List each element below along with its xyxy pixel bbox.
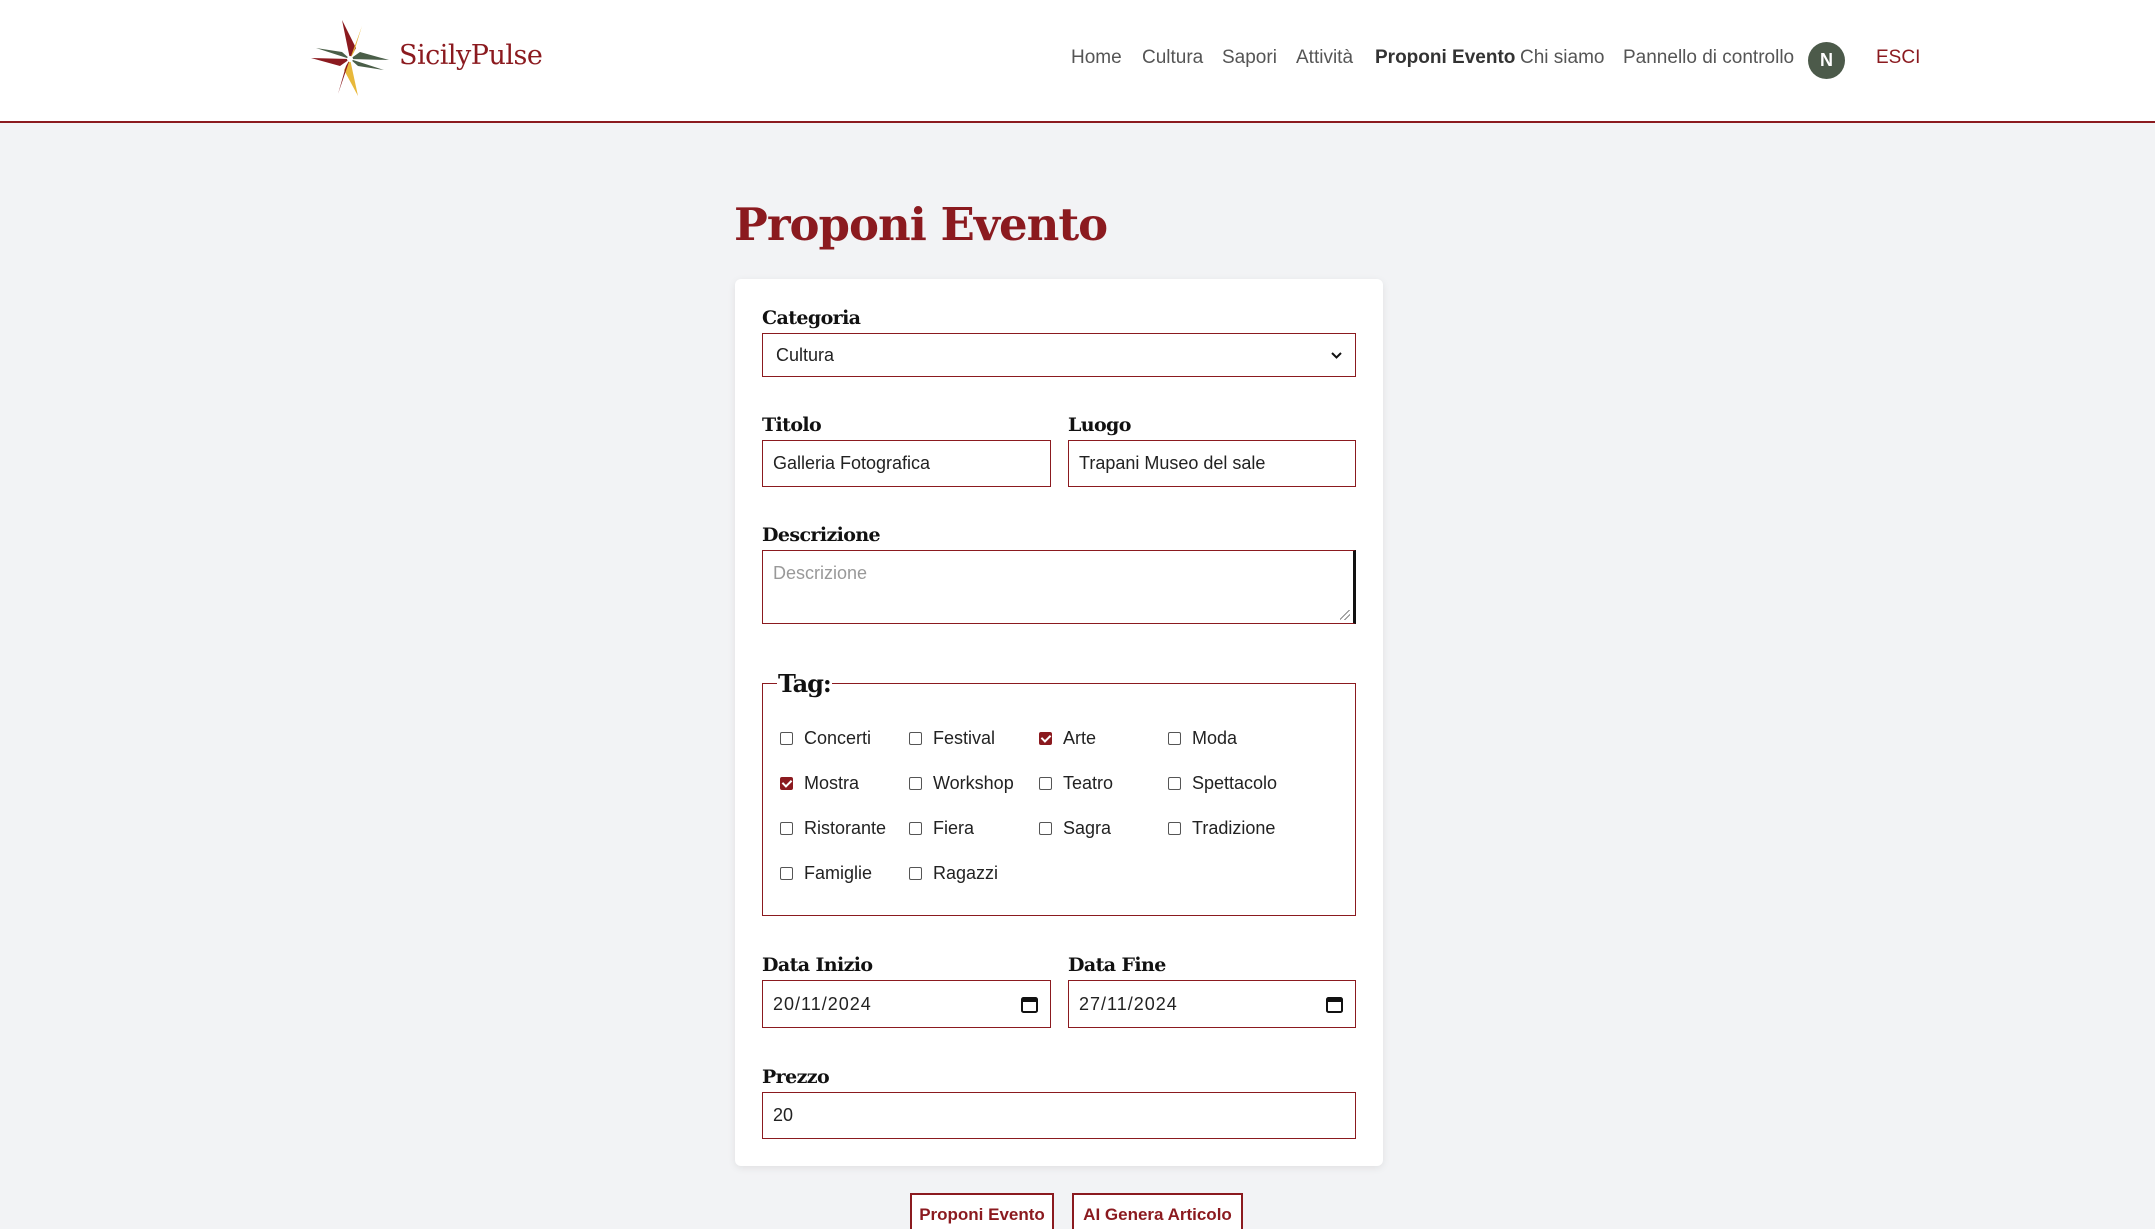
checkbox-checked[interactable] bbox=[780, 777, 793, 790]
tag-label: Teatro bbox=[1063, 773, 1114, 793]
tag-label: Tradizione bbox=[1192, 818, 1276, 838]
checkbox-checked[interactable] bbox=[1039, 732, 1052, 745]
tag-label: Moda bbox=[1192, 728, 1238, 748]
tag-option[interactable]: Concerti bbox=[780, 728, 871, 749]
proponi-evento-button[interactable]: Proponi Evento bbox=[910, 1193, 1054, 1229]
tag-option[interactable]: Teatro bbox=[1039, 773, 1113, 794]
tag-option[interactable]: Moda bbox=[1168, 728, 1237, 749]
tag-label: Ristorante bbox=[804, 818, 887, 838]
checkbox[interactable] bbox=[1168, 732, 1181, 745]
tag-label: Famiglie bbox=[804, 863, 873, 883]
ai-genera-articolo-button[interactable]: AI Genera Articolo bbox=[1072, 1193, 1243, 1229]
tag-option[interactable]: Spettacolo bbox=[1168, 773, 1277, 794]
nav-pannello-di-controllo[interactable]: Pannello di controllo bbox=[1623, 47, 1794, 69]
tag-option[interactable]: Famiglie bbox=[780, 863, 872, 884]
descrizione-label: Descrizione bbox=[762, 524, 881, 546]
categoria-label: Categoria bbox=[762, 307, 861, 329]
data-fine-input[interactable]: 27/11/2024 bbox=[1068, 980, 1356, 1028]
checkbox[interactable] bbox=[1168, 777, 1181, 790]
checkbox[interactable] bbox=[1039, 822, 1052, 835]
titolo-input[interactable]: Galleria Fotografica bbox=[762, 440, 1051, 487]
tag-option[interactable]: Mostra bbox=[780, 773, 859, 794]
descrizione-textarea[interactable]: Descrizione bbox=[762, 550, 1356, 624]
page-title: Proponi Evento bbox=[734, 198, 1108, 251]
luogo-label: Luogo bbox=[1068, 414, 1131, 436]
tag-option[interactable]: Ragazzi bbox=[909, 863, 998, 884]
tag-label: Fiera bbox=[933, 818, 975, 838]
tag-label: Concerti bbox=[804, 728, 872, 748]
data-fine-label: Data Fine bbox=[1068, 954, 1166, 976]
nav-cultura[interactable]: Cultura bbox=[1142, 47, 1203, 69]
luogo-input[interactable]: Trapani Museo del sale bbox=[1068, 440, 1356, 487]
resize-handle-icon[interactable] bbox=[1340, 610, 1350, 620]
tag-fieldset: Tag: Concerti Festival Arte Moda Mostra Works… bbox=[762, 669, 1356, 916]
tag-option[interactable]: Arte bbox=[1039, 728, 1096, 749]
tag-label: Sagra bbox=[1063, 818, 1112, 838]
luogo-value: Trapani Museo del sale bbox=[1079, 453, 1266, 473]
nav-proponi-evento[interactable]: Proponi Evento bbox=[1375, 47, 1515, 69]
event-form-card: Categoria Cultura Titolo Galleria Fotogr… bbox=[735, 279, 1383, 1166]
prezzo-value: 20 bbox=[773, 1105, 794, 1125]
tag-option[interactable]: Sagra bbox=[1039, 818, 1111, 839]
tag-option[interactable]: Workshop bbox=[909, 773, 1014, 794]
tag-option[interactable]: Tradizione bbox=[1168, 818, 1275, 839]
nav-home[interactable]: Home bbox=[1071, 47, 1122, 69]
data-fine-value: 27/11/2024 bbox=[1079, 993, 1178, 1014]
titolo-label: Titolo bbox=[762, 414, 822, 436]
tag-option[interactable]: Fiera bbox=[909, 818, 974, 839]
tag-option[interactable]: Festival bbox=[909, 728, 995, 749]
tag-label: Festival bbox=[933, 728, 996, 748]
checkbox[interactable] bbox=[780, 732, 793, 745]
checkbox[interactable] bbox=[909, 867, 922, 880]
checkbox[interactable] bbox=[780, 867, 793, 880]
tag-label: Workshop bbox=[933, 773, 1014, 793]
tag-option[interactable]: Ristorante bbox=[780, 818, 886, 839]
data-inizio-label: Data Inizio bbox=[762, 954, 873, 976]
categoria-value: Cultura bbox=[776, 344, 835, 365]
checkbox[interactable] bbox=[1039, 777, 1052, 790]
main-nav: Home Cultura Sapori Attività Proponi Eve… bbox=[0, 0, 2155, 120]
tag-label: Mostra bbox=[804, 773, 860, 793]
prezzo-label: Prezzo bbox=[762, 1066, 830, 1088]
user-avatar[interactable]: N bbox=[1808, 42, 1845, 79]
data-inizio-input[interactable]: 20/11/2024 bbox=[762, 980, 1051, 1028]
checkbox[interactable] bbox=[909, 822, 922, 835]
checkbox[interactable] bbox=[909, 732, 922, 745]
tag-label: Arte bbox=[1063, 728, 1097, 748]
nav-chi-siamo[interactable]: Chi siamo bbox=[1520, 47, 1604, 69]
tag-label: Ragazzi bbox=[933, 863, 999, 883]
data-inizio-value: 20/11/2024 bbox=[773, 993, 872, 1014]
checkbox[interactable] bbox=[780, 822, 793, 835]
nav-attivita[interactable]: Attività bbox=[1296, 47, 1353, 69]
tag-label: Spettacolo bbox=[1192, 773, 1278, 793]
titolo-value: Galleria Fotografica bbox=[773, 453, 931, 473]
categoria-select[interactable]: Cultura bbox=[762, 333, 1356, 377]
prezzo-input[interactable]: 20 bbox=[762, 1092, 1356, 1139]
nav-sapori[interactable]: Sapori bbox=[1222, 47, 1277, 69]
chevron-down-icon bbox=[1331, 351, 1342, 359]
descrizione-placeholder: Descrizione bbox=[773, 563, 868, 583]
checkbox[interactable] bbox=[1168, 822, 1181, 835]
calendar-icon[interactable] bbox=[1326, 996, 1343, 1013]
tag-legend: Tag: bbox=[777, 669, 832, 698]
checkbox[interactable] bbox=[909, 777, 922, 790]
logout-link[interactable]: ESCI bbox=[1876, 47, 1920, 69]
calendar-icon[interactable] bbox=[1021, 996, 1038, 1013]
site-header: SicilyPulse Home Cultura Sapori Attività… bbox=[0, 0, 2155, 123]
